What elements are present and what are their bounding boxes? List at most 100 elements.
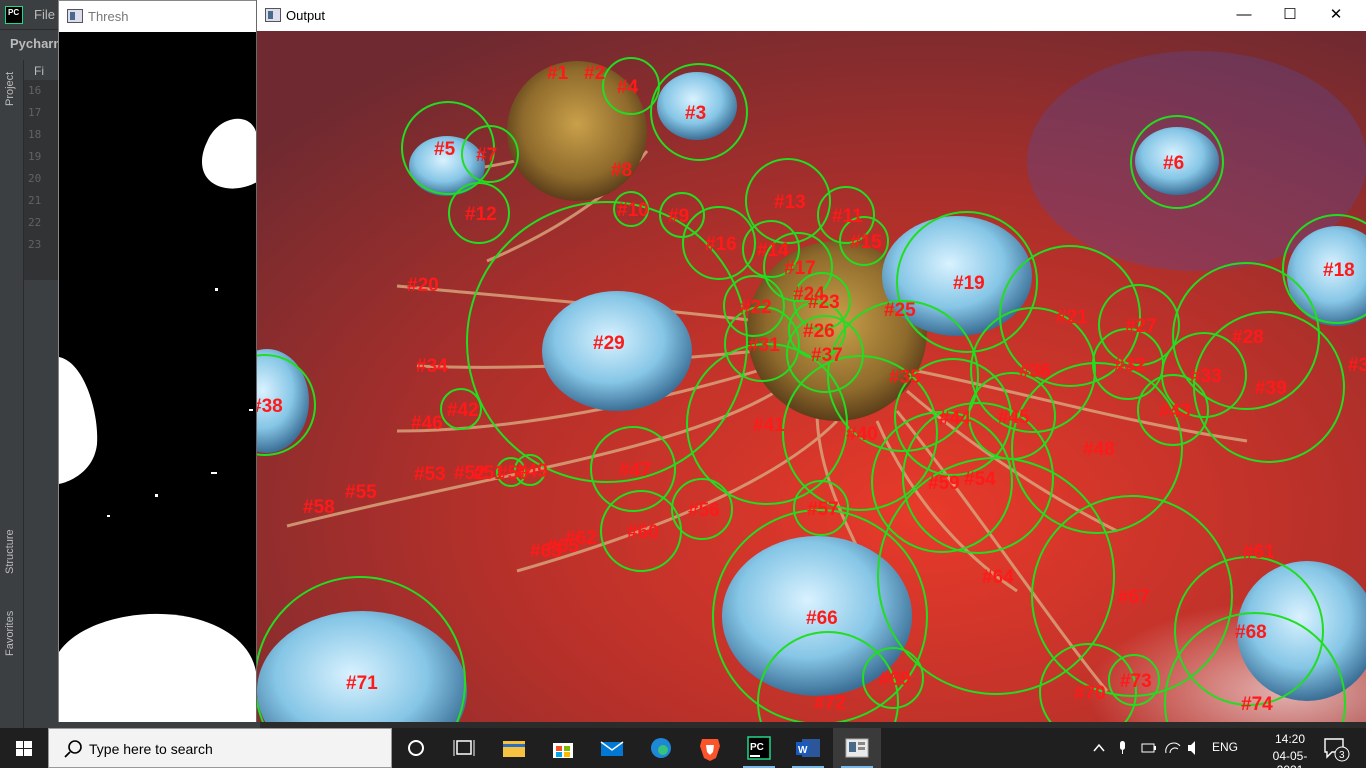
detection-label: #42 [447,400,479,421]
detection-label: #43 [1159,401,1191,422]
detection-label: #64 [982,567,1014,588]
detection-label: #30 [1348,355,1366,376]
threshold-image [59,32,257,722]
file-explorer-icon[interactable] [490,728,538,768]
file-tab[interactable]: Fi [34,64,44,78]
thresh-titlebar[interactable]: Thresh [59,1,257,32]
tool-window-strip: Project Structure Favorites [0,60,24,728]
detection-label: #33 [1190,366,1222,387]
detection-label: #46 [411,413,443,434]
line-number: 18 [28,128,42,141]
detection-label: #5 [434,139,456,160]
output-title: Output [286,8,326,23]
detection-label: #53 [414,464,446,485]
detection-label: #19 [953,273,985,294]
output-window[interactable]: Output — ☐ ✕ #1 #2 #3 #4 #5 #6 #7 #8 #9 … [256,0,1366,722]
detection-label: #48 [1083,439,1115,460]
detection-label: #54 [964,469,996,490]
window-icon [265,8,281,22]
detection-label: #67 [1118,587,1150,608]
thresh-title: Thresh [88,9,129,24]
detection-label: #37 [811,345,843,366]
detection-label: #65 [547,536,579,557]
detection-label: #47 [619,460,651,481]
detection-label: #21 [1056,307,1088,328]
detection-label: #24 [793,284,825,305]
word-icon[interactable]: W [784,728,832,768]
store-icon[interactable] [539,728,587,768]
system-tray[interactable] [1090,738,1210,758]
close-button[interactable]: ✕ [1313,0,1359,31]
thresh-window[interactable]: Thresh [58,0,258,722]
detection-label: #69 [879,669,911,690]
detection-label: #2 [584,63,605,84]
microphone-icon [1120,741,1125,750]
svg-text:PC: PC [750,742,764,753]
detection-label: #52 [454,463,486,484]
cortana-icon[interactable] [392,728,440,768]
brave-icon[interactable] [686,728,734,768]
volume-icon [1188,741,1195,755]
opencv-window-icon[interactable] [833,728,881,768]
tab-project[interactable]: Project [4,72,16,106]
detection-label: #38 [257,396,283,417]
detection-label: #73 [1120,671,1152,692]
detection-label: #74 [1241,694,1273,715]
detection-label: #34 [416,356,448,377]
detection-label: #44 [939,408,971,429]
project-name: Pycharm [10,36,65,51]
maximize-button[interactable]: ☐ [1267,0,1313,31]
detection-label: #61 [1243,542,1275,563]
detection-label: #8 [611,160,632,181]
mail-icon[interactable] [588,728,636,768]
output-image: #1 #2#3#4#5#6#7#8#9#10 #11#12#13#14 #15#16#… [257,31,1366,722]
search-icon [64,740,82,758]
detection-label: #1 [547,63,569,84]
detection-label: #31 [748,335,780,356]
detection-label: #45 [998,407,1030,428]
language-indicator[interactable]: ENG [1212,740,1238,754]
detection-label: #32 [1114,355,1146,376]
tab-structure[interactable]: Structure [4,529,16,574]
detection-label: #59 [928,473,960,494]
line-number: 20 [28,172,42,185]
detection-label: #27 [1125,316,1157,337]
task-view-icon[interactable] [440,728,488,768]
detection-label: #12 [465,204,497,225]
output-titlebar[interactable]: Output — ☐ ✕ [257,0,1366,31]
window-icon [67,9,83,23]
detection-label: #17 [784,258,816,279]
tab-favorites[interactable]: Favorites [4,611,16,656]
minimize-button[interactable]: — [1221,0,1267,31]
detection-label: #56 [688,500,720,521]
detection-label: #58 [303,497,335,518]
detection-label: #40 [846,424,878,445]
clock-date[interactable]: 04-05-2021 [1262,749,1318,768]
detection-label: #68 [1235,622,1267,643]
detection-label: #13 [774,192,806,213]
line-number: 16 [28,84,42,97]
pycharm-icon[interactable]: PC [735,728,783,768]
file-menu[interactable]: File [34,7,55,22]
detection-label: #22 [740,297,772,318]
detection-label: #57 [807,499,839,520]
notification-icon[interactable]: 3 [1322,736,1352,762]
detection-label: #7 [476,145,497,166]
detection-label: #28 [1232,327,1264,348]
detection-label: #35 [889,367,921,388]
detection-label: #55 [345,482,377,503]
windows-icon [16,741,32,756]
taskbar: Type here to search PC W ENG 14:20 04-05… [0,728,1366,768]
desktop: PC File Pycharm Fi Project Structure Fav… [0,0,1366,768]
start-button[interactable] [0,728,48,768]
detection-label: #72 [814,693,846,714]
detection-label: #10 [617,200,649,221]
pycharm-logo: PC [5,6,23,24]
search-box[interactable]: Type here to search [48,728,392,768]
detection-label: #11 [832,206,863,227]
edge-icon[interactable] [637,728,685,768]
clock-time[interactable]: 14:20 [1262,732,1318,746]
line-number: 23 [28,238,42,251]
detection-label: #41 [753,415,785,436]
detection-label: #60 [627,522,659,543]
